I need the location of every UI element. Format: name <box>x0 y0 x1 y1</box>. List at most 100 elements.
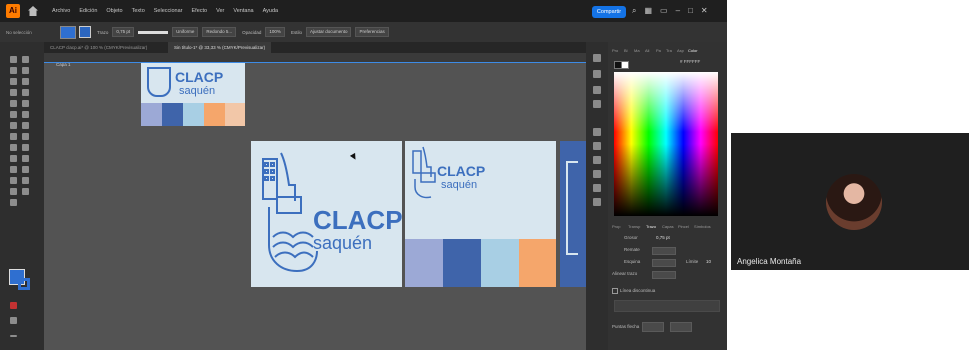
preferences-button[interactable]: Preferencias <box>355 27 389 37</box>
layers-icon[interactable] <box>593 86 601 94</box>
draw-mode-icon[interactable] <box>10 317 17 324</box>
artboard-small[interactable]: CLACP saquén <box>141 63 245 126</box>
white-chip[interactable] <box>621 61 629 69</box>
paragraph-icon[interactable] <box>593 142 601 150</box>
dash-gap-fields[interactable] <box>614 300 720 312</box>
stroke-color-box[interactable] <box>18 278 30 290</box>
tab-pa[interactable]: Pa <box>656 46 661 55</box>
rectangle-tool-icon[interactable] <box>10 89 17 96</box>
menu-item-ver[interactable]: Ver <box>216 8 224 14</box>
tab-trazo[interactable]: Trazo <box>646 222 656 231</box>
artboards-icon[interactable] <box>593 100 601 108</box>
zoom-tool-icon[interactable] <box>22 188 29 195</box>
symbols-icon[interactable] <box>593 170 601 178</box>
tab-ali[interactable]: Ali <box>645 46 649 55</box>
tab-ma[interactable]: Ma <box>634 46 640 55</box>
menu-item-seleccionar[interactable]: Seleccionar <box>154 8 183 14</box>
curvature-tool-icon[interactable] <box>22 67 29 74</box>
stroke-swatch[interactable] <box>79 26 91 38</box>
paintbrush-tool-icon[interactable] <box>22 89 29 96</box>
zoom-icon[interactable] <box>10 199 17 206</box>
align-stroke-buttons[interactable] <box>652 271 676 279</box>
maximize-icon[interactable]: □ <box>688 5 693 17</box>
artboard-tool-icon[interactable] <box>10 177 17 184</box>
mesh-tool-icon[interactable] <box>10 144 17 151</box>
artboard-palette[interactable]: CLACP saquén <box>405 141 556 287</box>
type-icon[interactable] <box>593 128 601 136</box>
participant-tile[interactable]: Angelica Montaña <box>731 133 969 270</box>
arrow-start-dropdown[interactable] <box>642 322 664 332</box>
artboard-main[interactable]: CLACP saquén <box>251 141 402 287</box>
artboard-canvas[interactable]: Capa 1 CLACP saquén CLACP saquén CLACP s… <box>44 53 586 350</box>
rotate-tool-icon[interactable] <box>10 111 17 118</box>
close-icon[interactable]: ✕ <box>701 5 708 17</box>
hex-value[interactable]: # FFFFFF <box>680 59 700 64</box>
stroke-weight-field[interactable]: 0,75 pt <box>112 27 135 37</box>
edit-toolbar-icon[interactable] <box>10 335 17 337</box>
brush-dropdown[interactable]: Uniforme <box>172 27 199 37</box>
scale-tool-icon[interactable] <box>22 111 29 118</box>
color-mode-icon[interactable] <box>10 302 17 309</box>
tab-transp[interactable]: Transp <box>628 222 640 231</box>
cap-buttons[interactable] <box>652 247 676 255</box>
opacity-field[interactable]: 100% <box>265 27 285 37</box>
tab-bi[interactable]: Bi <box>624 46 628 55</box>
tab-simbolos[interactable]: Símbolos <box>694 222 711 231</box>
corner-buttons[interactable] <box>652 259 676 267</box>
home-icon[interactable] <box>28 6 38 16</box>
brushes-icon[interactable] <box>593 156 601 164</box>
search-icon[interactable]: ⌕ <box>632 5 636 17</box>
tab-color[interactable]: Color <box>688 46 698 55</box>
artboard-partial[interactable] <box>560 141 586 287</box>
hand-tool-icon[interactable] <box>10 188 17 195</box>
fill-swatch[interactable] <box>60 25 76 39</box>
width-tool-icon[interactable] <box>10 122 17 129</box>
menu-item-archivo[interactable]: Archivo <box>52 8 70 14</box>
pen-tool-icon[interactable] <box>10 67 17 74</box>
brush-style-dropdown[interactable]: Redondo 5... <box>202 27 237 37</box>
tab-tra[interactable]: Tra <box>666 46 672 55</box>
menu-item-texto[interactable]: Texto <box>132 8 145 14</box>
transform-icon[interactable] <box>593 198 601 206</box>
minimize-icon[interactable]: – <box>676 5 680 17</box>
eraser-tool-icon[interactable] <box>22 100 29 107</box>
tab-asp[interactable]: Asp <box>677 46 684 55</box>
graph-tool-icon[interactable] <box>22 166 29 173</box>
shaper-tool-icon[interactable] <box>10 100 17 107</box>
graphic-styles-icon[interactable] <box>593 184 601 192</box>
shape-builder-tool-icon[interactable] <box>10 133 17 140</box>
dashed-line-checkbox[interactable] <box>612 288 618 294</box>
libraries-icon[interactable] <box>593 70 601 78</box>
gradient-tool-icon[interactable] <box>22 144 29 151</box>
direct-selection-tool-icon[interactable] <box>22 56 29 63</box>
variable-width-preview[interactable] <box>138 30 169 34</box>
free-transform-tool-icon[interactable] <box>22 122 29 129</box>
align-document-button[interactable]: Ajustar documento <box>305 27 352 37</box>
window-icon[interactable]: ▭ <box>660 5 668 17</box>
type-tool-icon[interactable] <box>10 78 17 85</box>
symbol-sprayer-tool-icon[interactable] <box>10 166 17 173</box>
tab-capas[interactable]: Capas <box>662 222 674 231</box>
tab-pro[interactable]: Pro <box>612 46 618 55</box>
tab-pincel[interactable]: Pincel <box>678 222 689 231</box>
arrow-end-dropdown[interactable] <box>670 322 692 332</box>
grosor-field[interactable]: 0,75 pt <box>656 235 670 240</box>
tab-clacp[interactable]: CLACP clacp.ai* @ 100 % (CMYK/Previsuali… <box>44 42 153 53</box>
properties-icon[interactable] <box>593 54 601 62</box>
selection-tool-icon[interactable] <box>10 56 17 63</box>
menu-item-efecto[interactable]: Efecto <box>192 8 208 14</box>
blend-tool-icon[interactable] <box>22 155 29 162</box>
line-tool-icon[interactable] <box>22 78 29 85</box>
menu-item-objeto[interactable]: Objeto <box>106 8 122 14</box>
limite-field[interactable]: 10 <box>706 259 711 264</box>
menu-item-ventana[interactable]: Ventana <box>233 8 253 14</box>
share-button[interactable]: Compartir <box>592 6 626 18</box>
slice-tool-icon[interactable] <box>22 177 29 184</box>
perspective-tool-icon[interactable] <box>22 133 29 140</box>
menu-item-edicion[interactable]: Edición <box>79 8 97 14</box>
menu-item-ayuda[interactable]: Ayuda <box>263 8 279 14</box>
eyedropper-tool-icon[interactable] <box>10 155 17 162</box>
layout-icon[interactable]: ▦ <box>644 5 652 17</box>
tab-prop[interactable]: Prop <box>612 222 620 231</box>
tab-untitled[interactable]: Sin título-1* @ 33,33 % (CMYK/Previsuali… <box>168 42 272 53</box>
